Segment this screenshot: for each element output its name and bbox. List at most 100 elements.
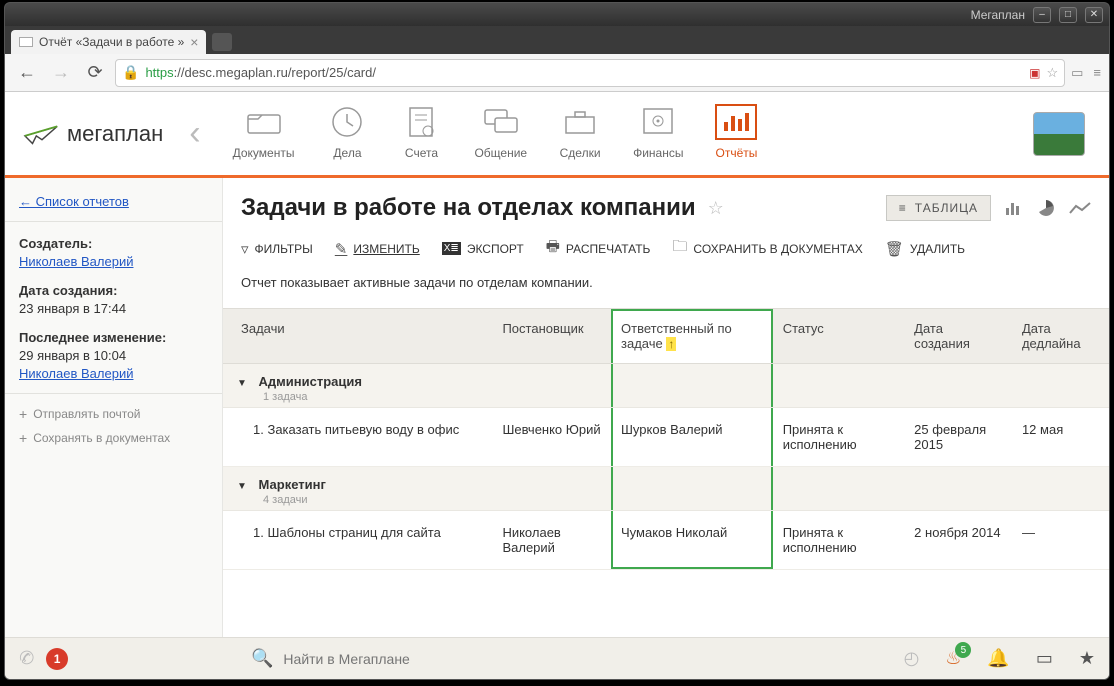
- print-button[interactable]: 🖶РАСПЕЧАТАТЬ: [546, 236, 651, 261]
- save-to-docs-button[interactable]: 🗀СОХРАНИТЬ В ДОКУМЕНТАХ: [672, 236, 862, 261]
- group-header[interactable]: ▼ Маркетинг 4 задачи: [223, 467, 1109, 511]
- window-close-button[interactable]: ✕: [1085, 7, 1103, 23]
- modified-value: 29 января в 10:04: [19, 348, 208, 363]
- extension-icon[interactable]: ▭: [1071, 65, 1083, 81]
- pencil-icon: ✎: [335, 240, 348, 258]
- table-row[interactable]: 1. Заказать питьевую воду в офис Шевченк…: [223, 408, 1109, 467]
- broken-image-icon[interactable]: ▣: [1029, 66, 1040, 80]
- browser-tab[interactable]: Отчёт «Задачи в работе » ×: [11, 30, 206, 54]
- col-status[interactable]: Статус: [773, 309, 904, 364]
- fire-icon[interactable]: ♨5: [945, 648, 961, 669]
- url-host: ://desc.megaplan.ru: [174, 65, 288, 80]
- modified-by-link[interactable]: Николаев Валерий: [19, 366, 133, 381]
- app-logo[interactable]: мегаплан: [23, 121, 163, 147]
- view-line-icon[interactable]: [1069, 201, 1091, 215]
- module-nav: Документы Дела Счета Общение Сделки: [233, 104, 758, 164]
- group-header[interactable]: ▼ Администрация 1 задача: [223, 364, 1109, 408]
- export-button[interactable]: X≣ЭКСПОРТ: [442, 242, 524, 256]
- module-chat[interactable]: Общение: [474, 104, 527, 164]
- tab-title: Отчёт «Задачи в работе »: [39, 35, 184, 49]
- creator-link[interactable]: Николаев Валерий: [19, 254, 133, 269]
- plus-icon: +: [19, 406, 27, 422]
- page-title: Задачи в работе на отделах компании: [241, 194, 696, 222]
- url-path: /report/25/card/: [288, 65, 376, 80]
- window-minimize-button[interactable]: –: [1033, 7, 1051, 23]
- report-toolbar: ▿ФИЛЬТРЫ ✎ИЗМЕНИТЬ X≣ЭКСПОРТ 🖶РАСПЕЧАТАТ…: [241, 236, 1091, 261]
- col-deadline[interactable]: Дата дедлайна: [1012, 309, 1109, 364]
- list-icon: ≡: [899, 201, 907, 215]
- logo-text: мегаплан: [67, 121, 163, 147]
- favorite-star-icon[interactable]: ☆: [708, 198, 724, 219]
- module-invoices[interactable]: Счета: [400, 104, 442, 164]
- view-table-button[interactable]: ≡ ТАБЛИЦА: [886, 195, 991, 221]
- back-to-list-link[interactable]: ← Список отчетов: [19, 194, 129, 209]
- created-label: Дата создания:: [19, 283, 208, 298]
- col-task[interactable]: Задачи: [223, 309, 492, 364]
- global-search[interactable]: 🔍: [251, 648, 890, 669]
- modified-label: Последнее изменение:: [19, 330, 208, 345]
- nav-back-button[interactable]: ←: [13, 59, 41, 87]
- report-table: Задачи Постановщик Ответственный по зада…: [223, 308, 1109, 570]
- chat-icon: [480, 104, 522, 140]
- fire-badge: 5: [955, 642, 971, 658]
- funnel-icon: ▿: [241, 240, 249, 258]
- caret-down-icon: ▼: [237, 481, 247, 492]
- sort-asc-icon: ↑: [666, 337, 676, 351]
- collapse-nav-button[interactable]: ‹: [181, 114, 208, 153]
- window-maximize-button[interactable]: □: [1059, 7, 1077, 23]
- table-row[interactable]: 1. Шаблоны страниц для сайта Николаев Ва…: [223, 511, 1109, 570]
- close-icon[interactable]: ×: [190, 34, 198, 50]
- col-created[interactable]: Дата создания: [904, 309, 1012, 364]
- calls-badge[interactable]: 1: [46, 648, 68, 670]
- address-bar[interactable]: 🔒 https://desc.megaplan.ru/report/25/car…: [115, 59, 1065, 87]
- module-reports[interactable]: Отчёты: [715, 104, 757, 164]
- message-icon[interactable]: ▭: [1036, 648, 1053, 669]
- favicon-icon: [19, 37, 33, 47]
- excel-icon: X≣: [442, 242, 461, 255]
- delete-button[interactable]: 🗑УДАЛИТЬ: [885, 240, 965, 258]
- view-bar-icon[interactable]: [1005, 200, 1023, 216]
- col-responsible[interactable]: Ответственный по задаче ↑: [611, 309, 773, 364]
- user-avatar[interactable]: [1033, 112, 1085, 156]
- search-input[interactable]: [281, 650, 889, 668]
- os-titlebar: x Мегаплан – □ ✕: [4, 2, 1110, 26]
- search-icon: 🔍: [251, 648, 273, 669]
- folder-save-icon: 🗀: [672, 236, 687, 261]
- timer-icon[interactable]: ◴: [904, 648, 920, 669]
- lock-icon: 🔒: [122, 64, 139, 81]
- reload-button[interactable]: ⟳: [81, 59, 109, 87]
- star-icon[interactable]: ★: [1079, 648, 1095, 669]
- col-assigner[interactable]: Постановщик: [492, 309, 611, 364]
- send-mail-action[interactable]: +Отправлять почтой: [19, 406, 208, 422]
- save-docs-action[interactable]: +Сохранять в документах: [19, 430, 208, 446]
- view-pie-icon[interactable]: [1037, 199, 1055, 217]
- printer-icon: 🖶: [546, 236, 560, 261]
- bell-icon[interactable]: 🔔: [987, 648, 1009, 669]
- creator-label: Создатель:: [19, 236, 208, 251]
- logo-plane-icon: [23, 122, 61, 146]
- invoice-icon: [400, 104, 442, 140]
- module-finance[interactable]: Финансы: [633, 104, 683, 164]
- tab-strip: Отчёт «Задачи в работе » ×: [5, 26, 1109, 54]
- app-topnav: мегаплан ‹ Документы Дела Счета О: [5, 92, 1109, 178]
- edit-button[interactable]: ✎ИЗМЕНИТЬ: [335, 240, 420, 258]
- bookmark-star-icon[interactable]: ☆: [1046, 65, 1058, 81]
- new-tab-button[interactable]: [212, 33, 232, 51]
- safe-icon: [637, 104, 679, 140]
- bottom-bar: ✆ 1 🔍 ◴ ♨5 🔔 ▭ ★: [5, 637, 1109, 679]
- chart-icon: [715, 104, 757, 140]
- module-deals[interactable]: Сделки: [559, 104, 601, 164]
- filters-button[interactable]: ▿ФИЛЬТРЫ: [241, 240, 313, 258]
- nav-forward-button[interactable]: →: [47, 59, 75, 87]
- menu-icon[interactable]: ≡: [1093, 65, 1101, 81]
- phone-icon[interactable]: ✆: [17, 647, 36, 671]
- created-value: 23 января в 17:44: [19, 301, 208, 316]
- report-table-wrap: Задачи Постановщик Ответственный по зада…: [223, 308, 1109, 637]
- report-description: Отчет показывает активные задачи по отде…: [241, 275, 1091, 290]
- app-body: ← Список отчетов Создатель: Николаев Вал…: [5, 178, 1109, 637]
- clock-icon: [326, 104, 368, 140]
- os-app-label: Мегаплан: [971, 8, 1025, 22]
- module-todos[interactable]: Дела: [326, 104, 368, 164]
- folder-icon: [243, 104, 285, 140]
- module-documents[interactable]: Документы: [233, 104, 295, 164]
